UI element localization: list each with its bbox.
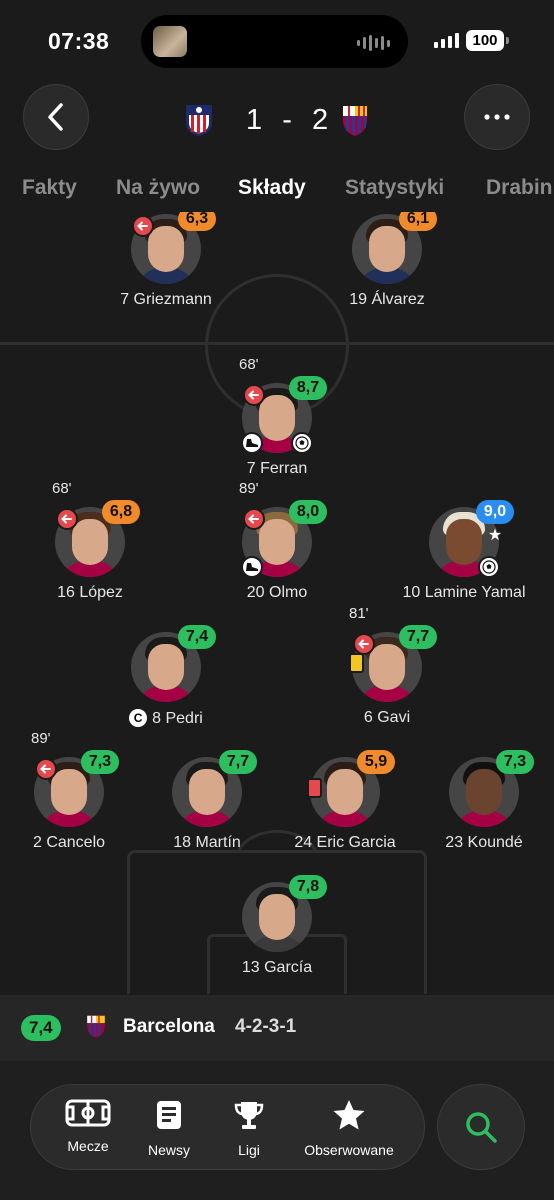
- player-rating: 9,0 ★: [476, 500, 514, 544]
- nav-label: Ligi: [238, 1142, 260, 1158]
- player-name: 10 Lamine Yamal: [402, 584, 526, 601]
- substituted-out-icon: [35, 758, 57, 780]
- score-separator: -: [282, 104, 293, 136]
- substitution-time: 81': [349, 605, 369, 622]
- assist-boot-icon: [241, 556, 263, 578]
- player-name: 7 Ferran: [246, 460, 308, 477]
- player-name: 6 Gavi: [363, 709, 411, 726]
- substitution-time: 68': [52, 480, 72, 497]
- cellular-signal-icon: [434, 33, 459, 48]
- now-playing-thumbnail: [153, 26, 187, 57]
- score-home: 1: [246, 104, 264, 136]
- player-rating: 7,3: [81, 750, 119, 774]
- team-rating: 7,4: [21, 1015, 61, 1041]
- match-tabs: Fakty Na żywo Składy Statystyki Drabin: [0, 172, 554, 208]
- captain-badge: C: [129, 709, 148, 727]
- substitution-time: 68': [239, 356, 259, 373]
- score-away: 2: [311, 104, 330, 136]
- audio-wave-icon: [357, 35, 390, 51]
- nav-newsy[interactable]: Newsy: [124, 1099, 214, 1158]
- substituted-out-icon: [243, 508, 265, 530]
- player-name: 8 Pedri: [152, 710, 203, 727]
- player-rating: 8,7: [289, 376, 327, 400]
- player-rating: 7,8: [289, 875, 327, 899]
- bottom-navigation: Mecze Newsy Ligi Obserwowane: [30, 1084, 425, 1170]
- nav-obserwowane[interactable]: Obserwowane: [301, 1099, 397, 1158]
- barcelona-crest-icon: [343, 106, 367, 136]
- player-name: 7 Griezmann: [120, 291, 212, 308]
- team-formation: 4-2-3-1: [235, 1016, 297, 1037]
- tab-fakty[interactable]: Fakty: [22, 176, 77, 200]
- player-rating: 7,3: [496, 750, 534, 774]
- team-summary-bar: 7,4 Barcelona 4-2-3-1: [0, 995, 554, 1061]
- news-icon: [157, 1101, 181, 1129]
- team-name: Barcelona: [123, 1016, 215, 1037]
- player-rating: 7,7: [399, 625, 437, 649]
- player-name-row: C8 Pedri: [56, 709, 276, 728]
- player-name: 23 Koundé: [445, 834, 523, 851]
- nav-label: Obserwowane: [304, 1142, 394, 1158]
- substituted-out-icon: [132, 215, 154, 237]
- player-rating: 7,7: [219, 750, 257, 774]
- player-name: 19 Álvarez: [349, 291, 425, 308]
- tab-statystyki[interactable]: Statystyki: [345, 176, 444, 200]
- ellipsis-icon: [484, 114, 510, 120]
- player-rating: 8,0: [289, 500, 327, 524]
- player-rating: 6,3: [178, 212, 216, 231]
- dynamic-island[interactable]: [141, 15, 408, 68]
- barcelona-crest-icon: [87, 1015, 105, 1038]
- more-options-button[interactable]: [464, 84, 530, 150]
- trophy-icon: [234, 1102, 264, 1129]
- battery-indicator: 100: [466, 30, 509, 51]
- back-button[interactable]: [23, 84, 89, 150]
- nav-label: Mecze: [67, 1138, 109, 1154]
- assist-boot-icon: [241, 432, 263, 454]
- star-icon: [333, 1100, 365, 1130]
- player-rating: 7,4: [178, 625, 216, 649]
- substitution-time: 89': [239, 480, 259, 497]
- player-rating: 5,9: [357, 750, 395, 774]
- chevron-left-icon: [48, 103, 63, 131]
- yellow-card-icon: [349, 653, 364, 673]
- nav-label: Newsy: [147, 1142, 190, 1158]
- match-score: 1 - 2: [246, 104, 329, 137]
- player-name: 13 García: [241, 959, 313, 976]
- nav-ligi[interactable]: Ligi: [204, 1099, 294, 1158]
- search-button[interactable]: [437, 1084, 525, 1170]
- tab-drabinka[interactable]: Drabin: [486, 176, 553, 200]
- substituted-out-icon: [56, 508, 78, 530]
- player-rating: 6,8: [102, 500, 140, 524]
- lineup-pitch: 6,3 7 Griezmann 6,1 19 Álvarez 68' 8,7 7…: [0, 212, 554, 994]
- red-card-icon: [307, 778, 322, 798]
- tab-na-zywo[interactable]: Na żywo: [116, 176, 200, 200]
- nav-mecze[interactable]: Mecze: [43, 1099, 133, 1154]
- status-time: 07:38: [48, 28, 110, 54]
- player-rating: 6,1: [399, 212, 437, 231]
- pitch-icon: [65, 1099, 111, 1127]
- search-icon: [466, 1112, 497, 1143]
- substituted-out-icon: [353, 633, 375, 655]
- status-bar: 07:38 100: [0, 0, 554, 80]
- goal-ball-icon: [478, 556, 500, 578]
- substitution-time: 89': [31, 730, 51, 747]
- goal-ball-icon: [291, 432, 313, 454]
- tab-sklady[interactable]: Składy: [238, 176, 306, 200]
- substituted-out-icon: [243, 384, 265, 406]
- atletico-crest-icon: [186, 105, 212, 136]
